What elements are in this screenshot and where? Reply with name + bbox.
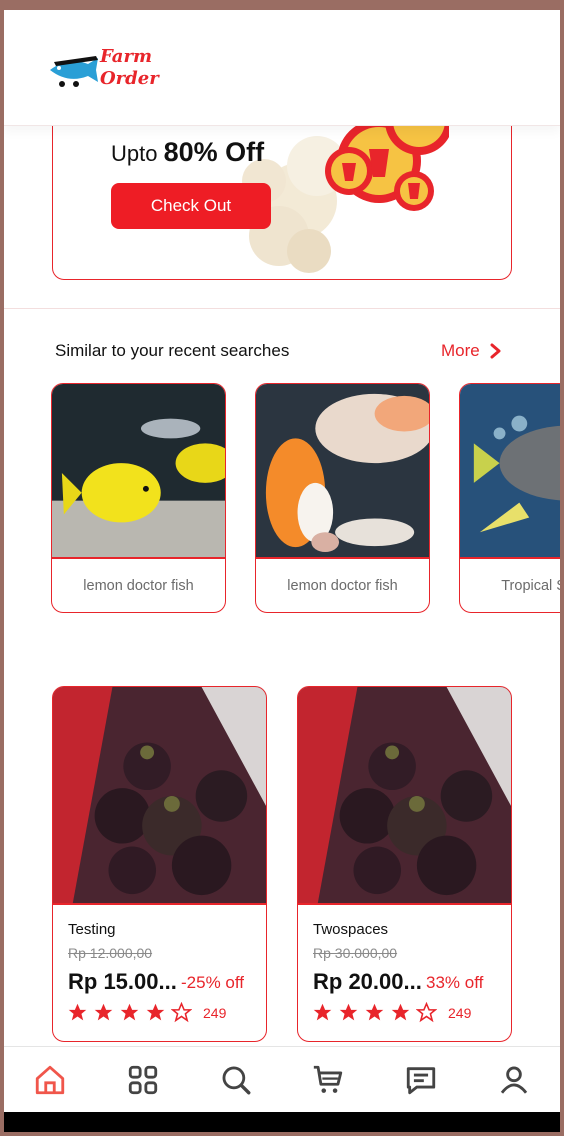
star-outline-icon [416,1002,437,1023]
product-old-price: Rp 30.000,00 [313,945,398,961]
grid-icon [128,1065,158,1094]
nav-categories[interactable] [113,1050,173,1110]
product-price: Rp 20.00... [313,969,422,994]
logo-line-2: Order [100,68,159,89]
star-filled-icon [313,1003,332,1021]
chevron-right-icon [490,343,501,359]
review-count: 249 [448,1004,472,1021]
logo-line-1: Farm [100,46,152,67]
similar-section-title: Similar to your recent searches [55,341,290,360]
product-name: Testing [68,921,116,938]
product-price: Rp 15.00... [68,969,177,994]
product-rating: 249 [67,1002,226,1023]
app-header: Farm Order [4,10,560,126]
promo-text: Upto 80% Off [111,137,264,168]
checkout-button[interactable]: Check Out [111,183,271,229]
chat-icon [406,1066,436,1094]
app-screen: Upto 80% Off Check Out Farm Order Simila… [4,10,560,1132]
product-discount: -25% off [181,973,245,992]
app-logo-text: Farm Order [100,46,159,90]
product-old-price: Rp 12.000,00 [68,945,153,961]
more-label: More [441,341,480,360]
nav-messages[interactable] [391,1050,451,1110]
star-filled-icon [365,1003,384,1021]
nav-search[interactable] [206,1050,266,1110]
review-count: 249 [203,1004,227,1021]
star-filled-icon [339,1003,358,1021]
promo-highlight: 80% Off [163,137,265,167]
similar-card-label: lemon doctor fish [287,578,398,594]
system-navigation-bar [4,1112,560,1132]
star-filled-icon [391,1003,410,1021]
similar-card-label: Tropical Saltw [501,578,560,594]
more-link[interactable]: More [441,341,502,361]
product-name: Twospaces [313,921,389,938]
similar-card[interactable]: lemon doctor fish [51,383,226,613]
promo-prefix: Upto [111,141,158,166]
koi-fish-photo [256,384,429,559]
similar-card[interactable]: lemon doctor fish [255,383,430,613]
similar-card[interactable]: Tropical Saltw [459,383,560,613]
similar-card-label: lemon doctor fish [83,578,194,594]
product-card[interactable]: Testing Rp 12.000,00 Rp 15.00... -25% of… [52,686,267,1042]
nav-profile[interactable] [484,1050,544,1110]
yellow-tang-fish-photo [52,384,225,559]
section-divider [4,308,560,309]
product-card[interactable]: Twospaces Rp 30.000,00 Rp 20.00... 33% o… [297,686,512,1042]
product-discount: 33% off [426,973,484,992]
profile-icon [500,1066,527,1094]
star-filled-icon [120,1003,139,1021]
angelfish-photo [460,384,560,559]
star-filled-icon [146,1003,165,1021]
nav-home[interactable] [20,1050,80,1110]
home-icon [36,1065,65,1094]
search-icon [222,1066,251,1094]
nav-cart[interactable] [298,1050,358,1110]
product-rating: 249 [312,1002,471,1023]
mangosteen-photo [53,687,266,905]
cart-icon [314,1065,343,1093]
star-filled-icon [94,1003,113,1021]
star-filled-icon [68,1003,87,1021]
mangosteen-photo [298,687,511,905]
bottom-navigation [4,1046,560,1112]
star-outline-icon [171,1002,192,1023]
